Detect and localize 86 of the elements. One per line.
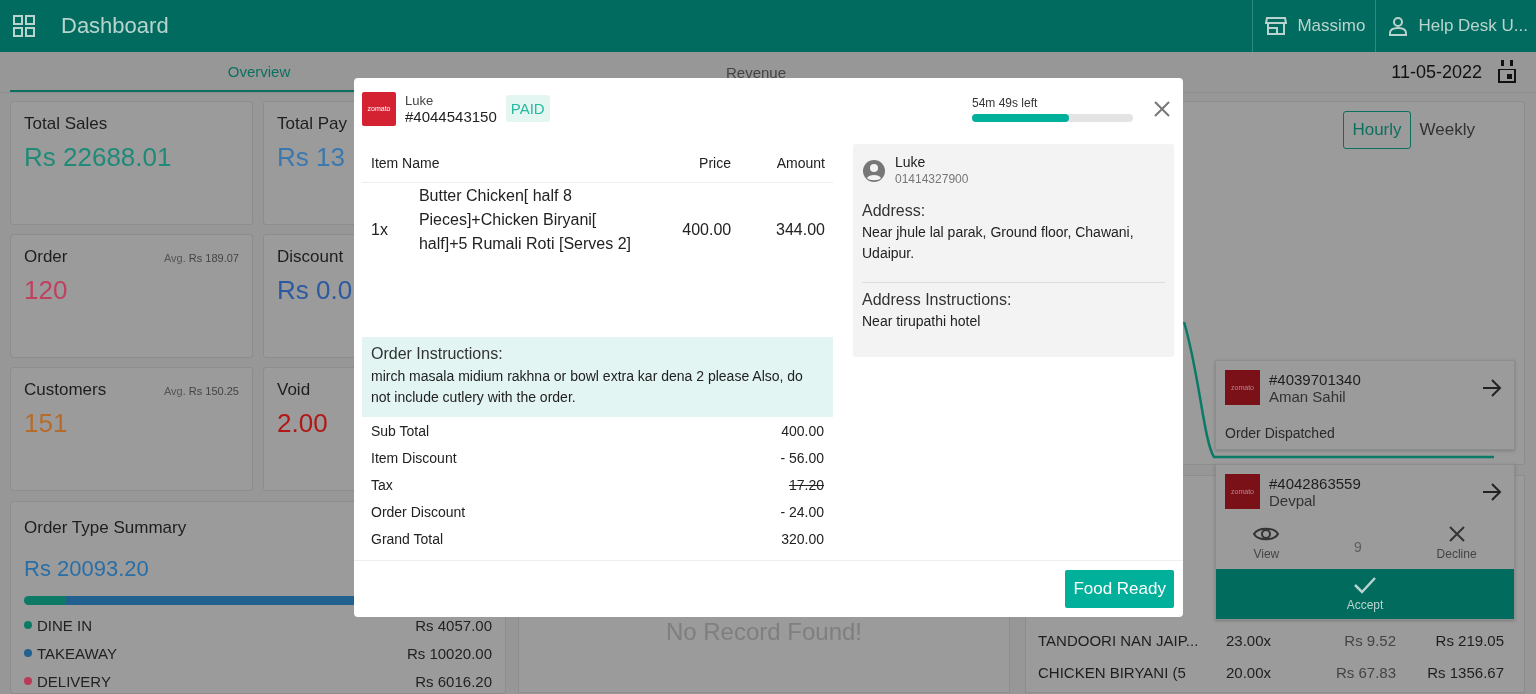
column-header: Item Name	[371, 155, 441, 171]
table-cell-text: Butter Chicken[ half 8 Pieces]+Chicken Biryani[ half]+5 Rumali Roti [Serves 2]	[418, 186, 632, 254]
table-cell-text: TANDOORI NAN JAIP...	[1038, 631, 1200, 649]
order-number: #4044543150	[405, 107, 497, 125]
timer-text: 54m 49s left	[972, 95, 1039, 110]
account-icon	[862, 159, 886, 183]
arrow-right-icon[interactable]	[1482, 482, 1502, 501]
order-status: Order Dispatched	[1224, 424, 1336, 443]
order-number: #4042863559	[1269, 474, 1362, 492]
address-title: Address:	[862, 202, 927, 220]
decline-button[interactable]: Decline	[1436, 525, 1477, 561]
legend-label: TAKEAWAY	[37, 644, 118, 662]
user-icon	[1388, 16, 1409, 36]
total-label: Sub Total	[371, 422, 430, 439]
total-label: Order Discount	[371, 503, 466, 520]
instructions-text: mirch masala midium rakhna or bowl extra kar dena 2 please Also, do not include cutlery with the order.	[371, 367, 804, 407]
table-cell-text: 20.00x	[1226, 663, 1273, 681]
card-value: Rs 22688.01	[24, 142, 172, 173]
card-value: 2.00	[277, 408, 328, 439]
page-title: Dashboard	[61, 13, 169, 39]
legend-label: DELIVERY	[37, 672, 112, 690]
table-cell-text: 1x	[371, 220, 389, 239]
address-instructions-text: Near tirupathi hotel	[862, 312, 982, 331]
card-value: Rs 0.0	[277, 275, 353, 306]
card-value: 151	[24, 408, 68, 439]
card-title: Total Pay	[277, 114, 347, 134]
payment-status: PAID	[505, 95, 550, 122]
calendar-icon[interactable]	[1496, 60, 1518, 84]
check-icon	[1353, 576, 1377, 594]
legend-amount: Rs 6016.20	[415, 672, 492, 690]
card-title: Total Sales	[24, 114, 108, 134]
table-cell-text: 400.00	[681, 220, 732, 239]
table-cell-text: Rs 9.52	[1343, 631, 1396, 649]
arrow-right-icon[interactable]	[1482, 378, 1502, 397]
food-ready-button[interactable]: Food Ready	[1065, 570, 1174, 608]
customer-name: Devpal	[1269, 491, 1317, 509]
address-instructions-title: Address Instructions:	[862, 291, 1013, 309]
card-title: Order Type Summary	[24, 518, 188, 538]
date-text: 11-05-2022	[1391, 61, 1482, 83]
count-text: 9	[1354, 539, 1362, 555]
card-title: Discount	[277, 247, 344, 267]
customer-name: Aman Sahil	[1269, 387, 1347, 405]
total-value: 400.00	[781, 422, 824, 439]
total-value: 17.20	[788, 476, 824, 493]
legend-label: DINE IN	[37, 616, 93, 634]
total-value: - 56.00	[780, 449, 824, 466]
total-label: Grand Total	[371, 530, 444, 547]
legend-amount: Rs 10020.00	[406, 644, 492, 662]
column-header: Price	[698, 155, 731, 171]
total-value: 320.00	[781, 530, 824, 547]
table-cell-text: Rs 67.83	[1334, 663, 1396, 681]
column-header: Amount	[775, 155, 825, 171]
user-menu[interactable]: Help Desk U...	[1375, 0, 1536, 52]
card-value: Rs 13	[277, 142, 345, 173]
phone-number: 01414327900	[895, 172, 969, 186]
view-button[interactable]: View	[1253, 525, 1280, 561]
accept-button[interactable]: Accept	[1216, 569, 1514, 619]
close-icon	[1447, 525, 1466, 543]
total-value: - 24.00	[780, 503, 824, 520]
summary-total: Rs 20093.20	[24, 556, 150, 582]
store-selector[interactable]: Massimo	[1252, 0, 1376, 52]
period-toggle[interactable]: Hourly	[1343, 111, 1411, 149]
menu-icon[interactable]	[12, 14, 36, 38]
store-icon	[1265, 16, 1288, 36]
order-number: #4039701340	[1269, 370, 1362, 388]
total-label: Tax	[371, 476, 393, 493]
table-cell-text: 23.00x	[1226, 631, 1273, 649]
customer-name: Luke	[895, 154, 927, 170]
customer-name: Luke	[405, 92, 435, 108]
card-title: Customers	[24, 380, 107, 400]
table-cell-text: Rs 219.05	[1434, 631, 1504, 649]
address-text: Near jhule lal parak, Ground floor, Chawani, Udaipur.	[862, 223, 1135, 263]
total-label: Item Discount	[371, 449, 457, 466]
table-cell-text: Rs 1356.67	[1426, 663, 1504, 681]
period-toggle[interactable]: Weekly	[1410, 111, 1484, 149]
card-title: Order	[24, 247, 68, 267]
eye-icon	[1253, 525, 1280, 543]
card-value: 120	[24, 275, 68, 306]
average-text: Avg. Rs 150.25	[163, 385, 239, 397]
card-title: Void	[277, 380, 311, 400]
table-cell-text: 344.00	[775, 220, 825, 239]
instructions-title: Order Instructions:	[371, 345, 504, 363]
table-cell-text: CHICKEN BIRYANI (5	[1038, 663, 1187, 681]
average-text: Avg. Rs 189.07	[163, 252, 239, 264]
close-icon[interactable]	[1153, 99, 1171, 118]
legend-amount: Rs 4057.00	[415, 616, 492, 634]
